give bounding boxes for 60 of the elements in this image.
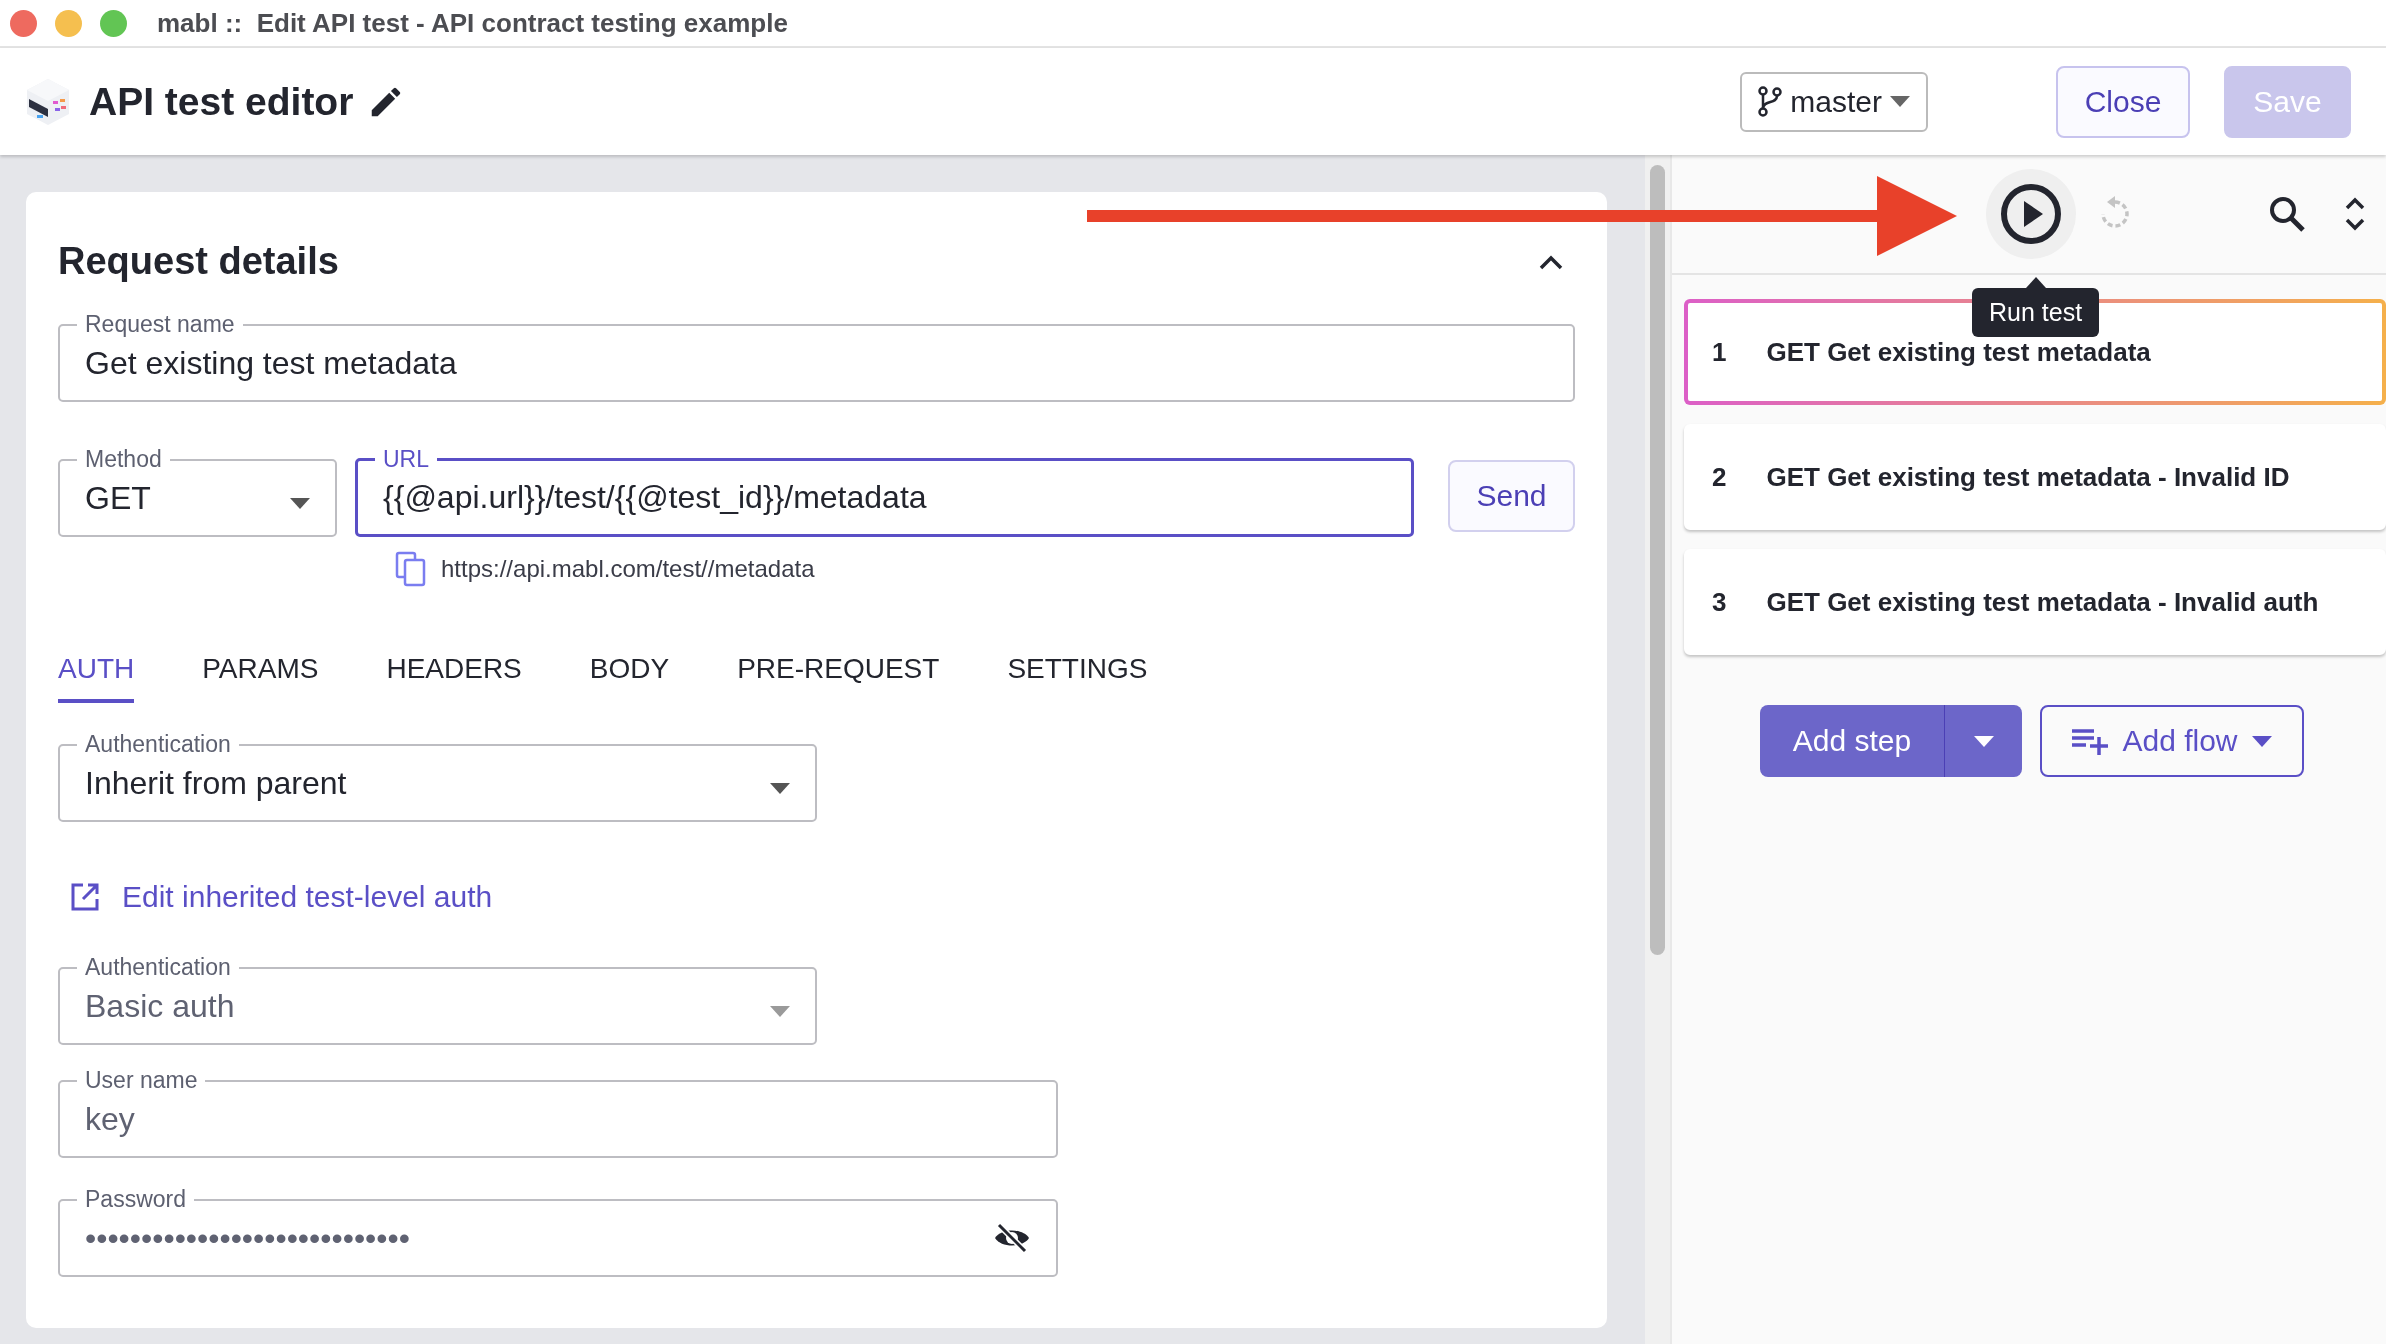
scrollbar[interactable] [1650,165,1665,955]
step-number: 3 [1712,586,1727,618]
send-button[interactable]: Send [1448,460,1575,532]
tooltip-pointer-icon [2025,277,2046,288]
branch-icon [1758,85,1783,118]
caret-icon [290,497,310,509]
field-value: GET [85,479,152,518]
chevron-up-icon[interactable] [1539,253,1563,270]
field-label: Password [84,1188,187,1211]
add-step-button[interactable]: Add step [1760,705,1944,777]
input-field[interactable]: URL {{@api.url}}/test/{{@test_id}}/metadata [355,448,1414,537]
tab[interactable]: SETTINGS [1007,653,1148,703]
tab[interactable]: HEADERS [386,653,522,703]
input-field[interactable]: Request name Get existing test metadata [58,313,1575,402]
tab[interactable]: PRE-REQUEST [737,653,940,703]
add-flow-button[interactable]: Add flow [2040,705,2304,777]
field-value: key [85,1100,136,1139]
step-title: GET Get existing test metadata [1766,336,2151,368]
add-step-menu-button[interactable] [1944,705,2022,777]
caret-icon [770,1005,790,1017]
caret-icon [770,782,790,794]
field-label: Request name [84,313,236,336]
field-label: User name [84,1069,199,1092]
edit-auth-link[interactable]: Edit inherited test-level auth [122,880,493,914]
field-label: Authentication [84,733,232,756]
page-title: API test editor [89,79,354,124]
tab[interactable]: PARAMS [202,653,319,703]
field-value: {{@api.url}}/test/{{@test_id}}/metadata [383,479,928,517]
caret-icon [1973,735,1994,747]
list-plus-icon [2072,727,2109,755]
close-button[interactable]: Close [2056,65,2190,138]
input-field[interactable]: Authentication Inherit from parent [58,733,817,822]
branch-dropdown[interactable]: master [1740,71,1928,132]
caret-icon [1890,96,1910,107]
external-link-icon[interactable] [70,882,100,912]
close-window-button[interactable] [10,9,37,37]
resolved-url: https://api.mabl.com/test//metadata [441,555,815,583]
step-card[interactable]: 2 GET Get existing test metadata - Invalid ID [1684,424,2386,530]
tab[interactable]: AUTH [58,653,135,703]
field-value: Get existing test metadata [85,344,458,383]
section-heading: Request details [58,240,339,283]
field-value: Basic auth [85,987,236,1026]
step-card[interactable]: 3 GET Get existing test metadata - Invalid auth [1684,549,2386,655]
copy-icon[interactable] [395,551,427,587]
field-label: Authentication [84,956,232,979]
field-label: URL [382,448,430,471]
field-value: Inherit from parent [85,764,348,803]
caret-icon [2251,735,2272,747]
input-field[interactable]: Method GET [58,448,337,537]
search-icon[interactable] [2268,195,2306,233]
field-label: Method [84,448,163,471]
step-title: GET Get existing test metadata - Invalid ID [1766,461,2290,493]
window-title: mabl :: Edit API test - API contract testing example [157,7,788,39]
run-test-tooltip: Run test [1972,277,2100,337]
expand-collapse-icon[interactable] [2344,196,2366,232]
step-title: GET Get existing test metadata - Invalid auth [1766,586,2319,618]
step-number: 1 [1712,336,1727,368]
field-value: ••••••••••••••••••••••••••••• [85,1219,411,1258]
step-number: 2 [1712,461,1727,493]
tab[interactable]: BODY [589,653,670,703]
